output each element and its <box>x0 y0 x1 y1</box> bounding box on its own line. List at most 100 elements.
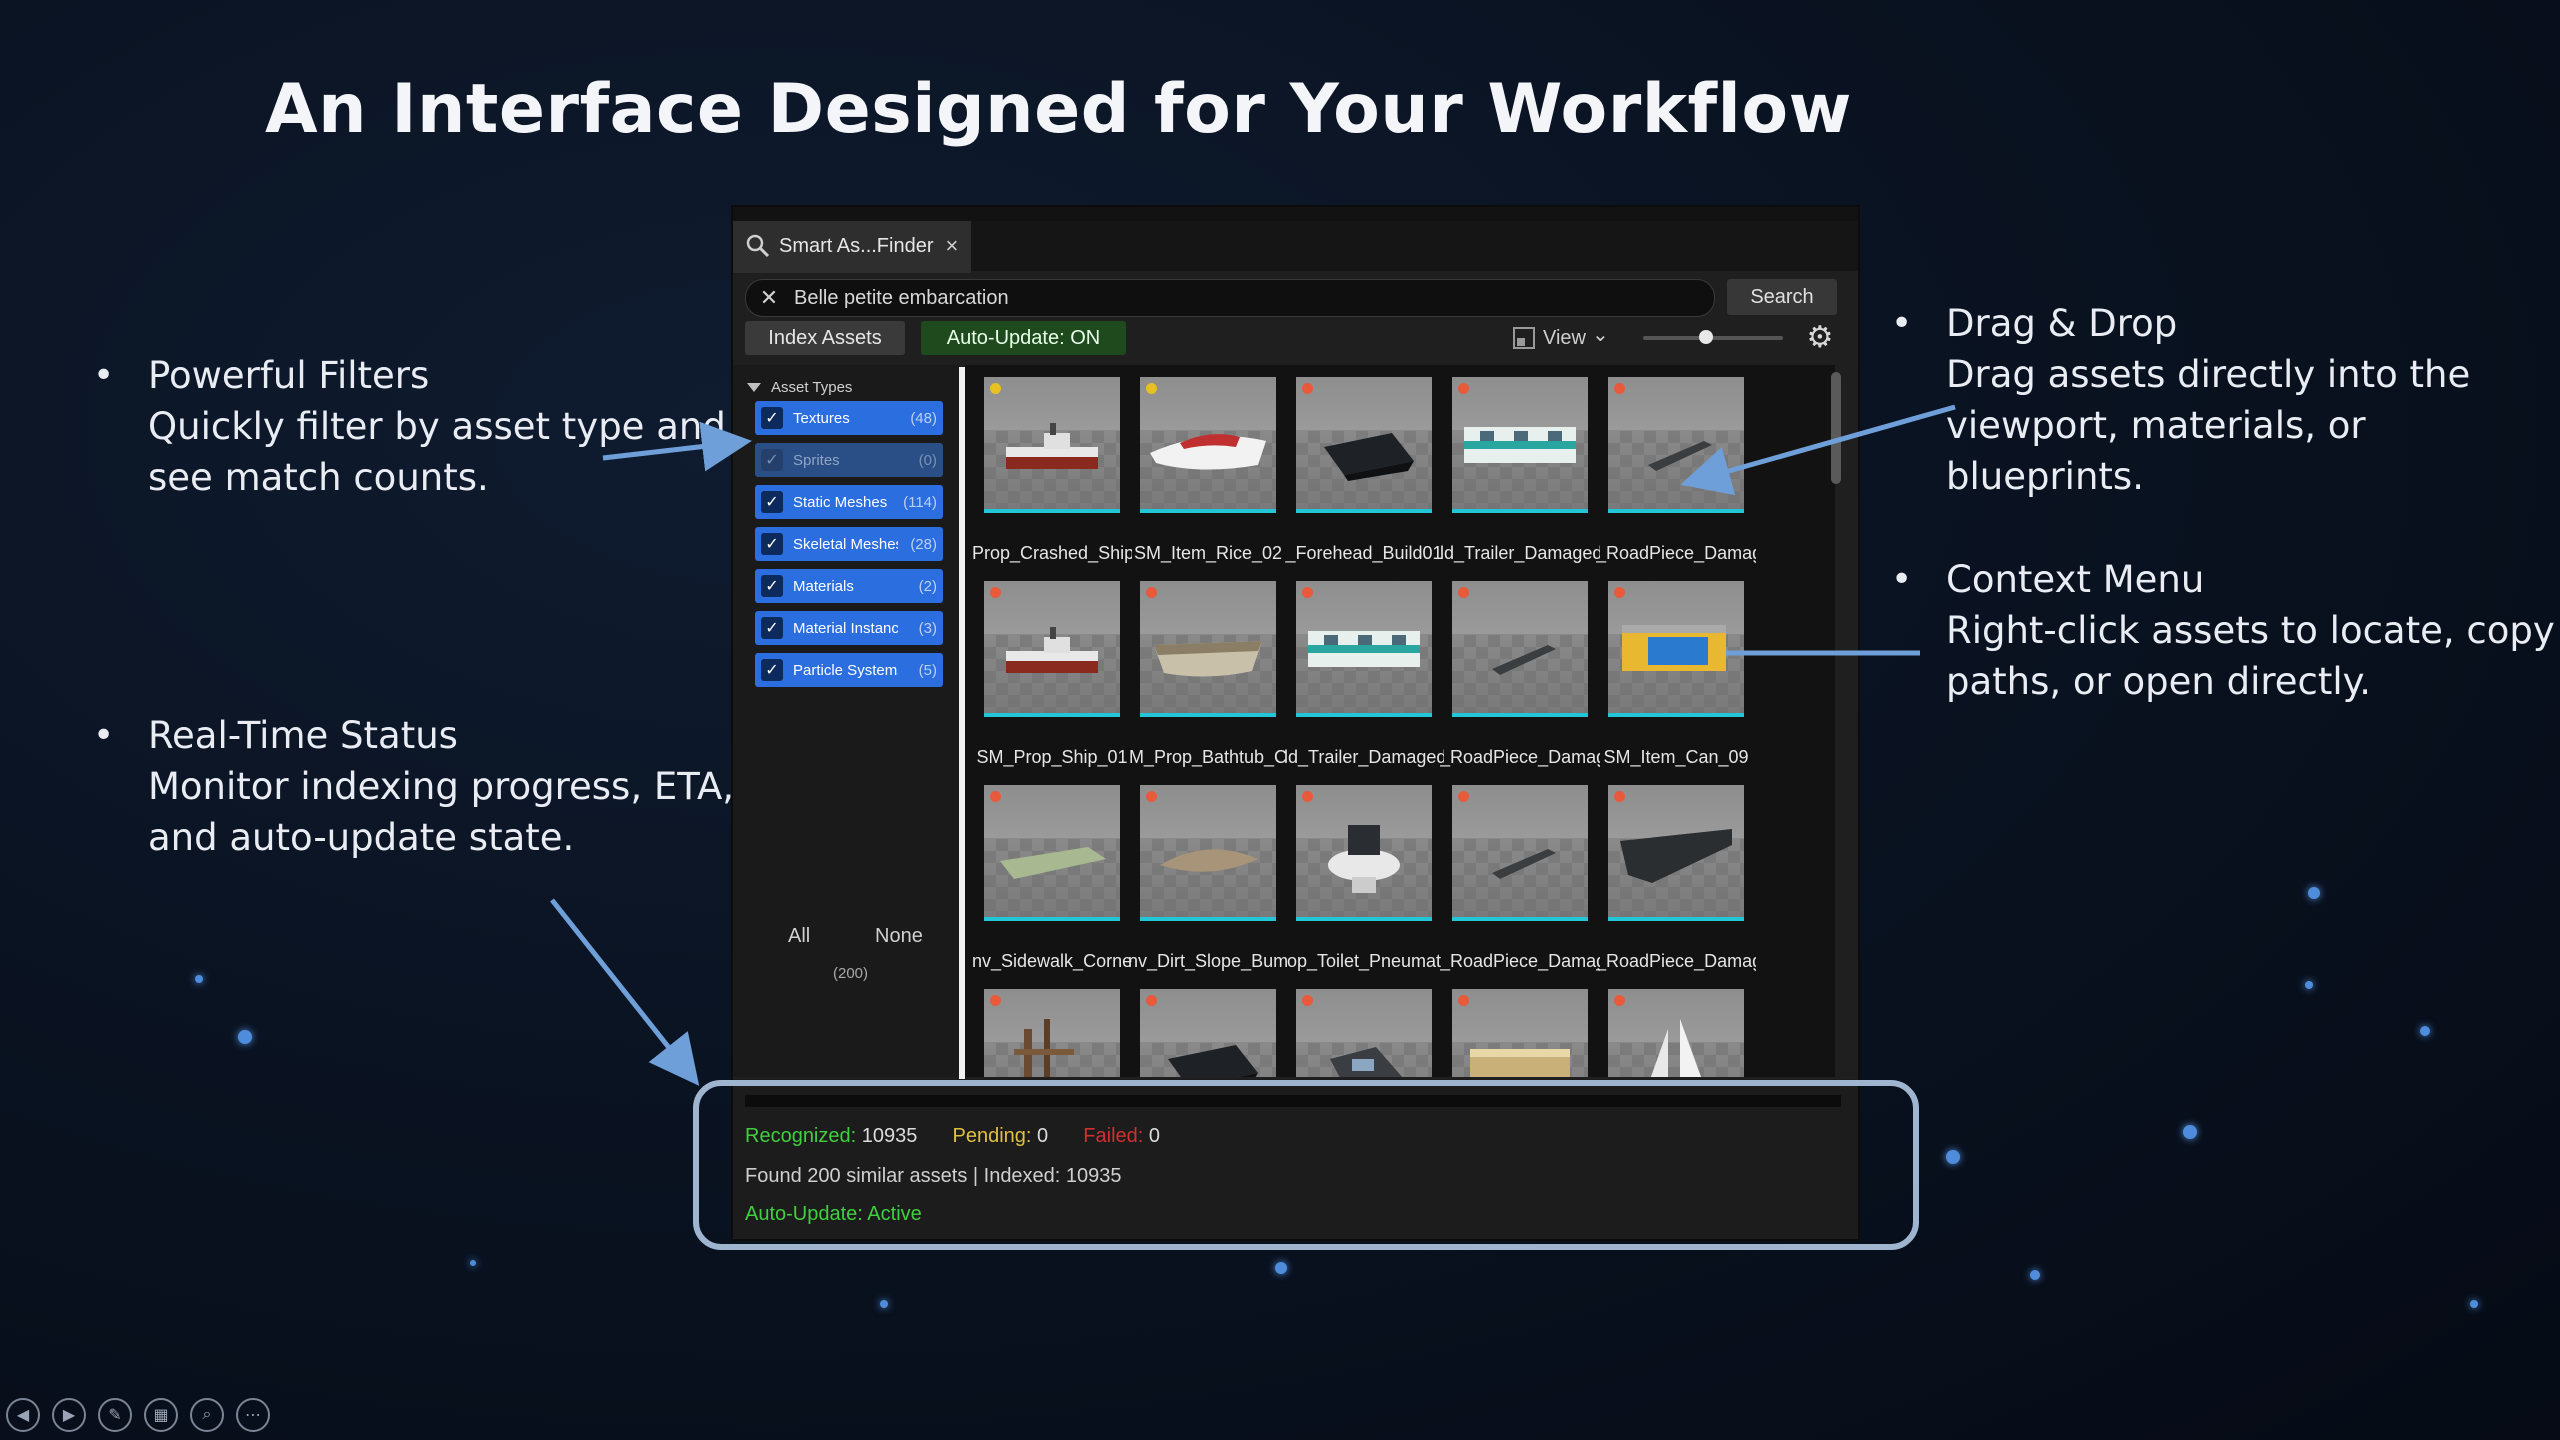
asset-name: ld_Trailer_Damaged <box>1284 747 1444 767</box>
checkbox-icon[interactable]: ✓ <box>761 659 783 681</box>
checkbox-icon[interactable]: ✓ <box>761 617 783 639</box>
arrow-status <box>550 898 700 1086</box>
asset-thumbnail[interactable] <box>1140 989 1276 1077</box>
next-slide-icon[interactable]: ▶ <box>52 1398 86 1432</box>
asset-tile[interactable]: M_Prop_Bathtub_C <box>1129 581 1287 768</box>
bullet-drag-drop: • Drag & Drop Drag assets directly into … <box>1891 298 2560 502</box>
asset-tile[interactable]: nv_Dirt_Slope_Bum <box>1128 785 1288 972</box>
asset-thumbnail[interactable] <box>984 785 1120 921</box>
bullet-glyph: • <box>1891 303 1913 344</box>
asset-grid: Prop_Crashed_Ship SM_Item_Rice_02 _Forehea… <box>965 365 1835 1077</box>
asset-types-header[interactable]: Asset Types <box>747 379 852 396</box>
checkbox-icon[interactable]: ✓ <box>761 491 783 513</box>
pen-icon[interactable]: ✎ <box>98 1398 132 1432</box>
filter-count: (5) <box>918 661 937 679</box>
slides-grid-icon[interactable]: ▦ <box>144 1398 178 1432</box>
asset-tile[interactable]: _RoadPiece_Damaged <box>1440 785 1600 972</box>
filter-checkbox[interactable]: ✓ Material Instances (3) <box>755 611 943 645</box>
select-all-button[interactable]: All <box>788 925 810 948</box>
asset-thumbnail[interactable] <box>1608 581 1744 717</box>
tab-smart-asset-finder[interactable]: Smart As...Finder × <box>733 221 971 273</box>
chevron-down-icon: ⌄ <box>1592 323 1609 346</box>
asset-tile[interactable]: _RoadPiece_Damaged <box>1440 581 1600 768</box>
filter-checkbox[interactable]: ✓ Particle Systems (5) <box>755 653 943 687</box>
asset-thumbnail[interactable] <box>984 581 1120 717</box>
more-options-icon[interactable]: ⋯ <box>236 1398 270 1432</box>
gear-icon[interactable]: ⚙ <box>1805 323 1835 353</box>
search-button[interactable]: Search <box>1727 279 1837 315</box>
asset-thumbnail[interactable] <box>1452 989 1588 1077</box>
checkbox-icon[interactable]: ✓ <box>761 575 783 597</box>
asset-thumbnail[interactable] <box>1140 785 1276 921</box>
asset-tile[interactable]: Prop_Crashed_Ship <box>972 377 1132 564</box>
view-icon <box>1513 327 1535 349</box>
filter-count: (0) <box>918 451 937 469</box>
asset-type-badge-icon <box>1302 383 1313 394</box>
select-none-button[interactable]: None <box>875 925 923 948</box>
asset-thumbnail[interactable] <box>1296 989 1432 1077</box>
asset-tile[interactable]: SM_Item_Rice_02 <box>1134 377 1282 564</box>
filter-checkbox[interactable]: ✓ Static Meshes (114) <box>755 485 943 519</box>
view-dropdown[interactable]: View ⌄ <box>1513 321 1609 355</box>
asset-type-filter-panel: Asset Types ✓ Textures (48) ✓ Sprites (0) ✓ Sta… <box>733 365 959 1077</box>
asset-tile[interactable]: ld_Trailer_Damaged <box>1440 377 1600 564</box>
asset-tile[interactable] <box>1296 989 1432 1077</box>
search-input[interactable]: ✕ Belle petite embarcation <box>745 279 1715 317</box>
filter-checkbox[interactable]: ✓ Textures (48) <box>755 401 943 435</box>
bullet-desc-line: and auto-update state. <box>148 816 575 859</box>
zoom-icon[interactable]: ⌕ <box>190 1398 224 1432</box>
filter-checkbox[interactable]: ✓ Materials (2) <box>755 569 943 603</box>
asset-tile[interactable]: nv_Sidewalk_Corner <box>972 785 1132 972</box>
asset-tile[interactable]: SM_Item_Can_09 <box>1603 581 1749 768</box>
asset-thumbnail[interactable] <box>1296 377 1432 513</box>
asset-thumbnail[interactable] <box>984 377 1120 513</box>
asset-thumbnail[interactable] <box>1608 989 1744 1077</box>
asset-thumbnail[interactable] <box>1452 377 1588 513</box>
asset-tile[interactable]: _RoadPiece_Damaged <box>1596 377 1756 564</box>
search-query[interactable]: Belle petite embarcation <box>794 287 1009 310</box>
filter-label: Skeletal Meshes <box>793 535 898 553</box>
asset-tile[interactable]: ld_Trailer_Damaged <box>1284 581 1444 768</box>
checkbox-icon[interactable]: ✓ <box>761 449 783 471</box>
asset-thumbnail[interactable] <box>1296 785 1432 921</box>
asset-tile[interactable] <box>1140 989 1276 1077</box>
thumbnail-size-slider[interactable] <box>1643 330 1783 344</box>
asset-tile[interactable]: op_Toilet_Pneumat <box>1287 785 1441 972</box>
asset-name: nv_Sidewalk_Corner <box>972 951 1132 971</box>
index-assets-button[interactable]: Index Assets <box>745 321 905 355</box>
close-icon[interactable]: × <box>946 233 959 259</box>
clear-search-icon[interactable]: ✕ <box>758 285 780 311</box>
asset-thumbnail[interactable] <box>1140 581 1276 717</box>
asset-tile[interactable]: _Forehead_Build01 <box>1285 377 1443 564</box>
filter-checkbox[interactable]: ✓ Sprites (0) <box>755 443 943 477</box>
checkbox-icon[interactable]: ✓ <box>761 407 783 429</box>
asset-thumbnail[interactable] <box>1608 377 1744 513</box>
checkbox-icon[interactable]: ✓ <box>761 533 783 555</box>
asset-tile[interactable] <box>1452 989 1588 1077</box>
asset-thumbnail[interactable] <box>984 989 1120 1077</box>
asset-tile[interactable]: _RoadPiece_Damaged <box>1596 785 1756 972</box>
asset-preview <box>1608 785 1744 917</box>
asset-tile[interactable] <box>1608 989 1744 1077</box>
auto-update-toggle[interactable]: Auto-Update: ON <box>921 321 1126 355</box>
asset-tile[interactable]: SM_Prop_Ship_01 <box>976 581 1128 768</box>
filter-count: (28) <box>910 535 937 553</box>
asset-thumbnail[interactable] <box>1452 785 1588 921</box>
filter-checkbox[interactable]: ✓ Skeletal Meshes (28) <box>755 527 943 561</box>
grid-scrollbar[interactable] <box>1831 372 1841 484</box>
asset-name: SM_Item_Rice_02 <box>1133 543 1283 563</box>
asset-thumbnail[interactable] <box>1140 377 1276 513</box>
asset-tile[interactable] <box>984 989 1120 1077</box>
search-icon <box>746 234 770 258</box>
asset-name: M_Prop_Bathtub_C <box>1128 747 1288 767</box>
asset-thumbnail[interactable] <box>1608 785 1744 921</box>
asset-name: ld_Trailer_Damaged <box>1440 543 1600 563</box>
asset-preview <box>1140 989 1276 1077</box>
previous-slide-icon[interactable]: ◀ <box>6 1398 40 1432</box>
asset-thumbnail[interactable] <box>1452 581 1588 717</box>
slider-handle[interactable] <box>1699 330 1713 344</box>
tab-label: Smart As...Finder <box>779 234 934 257</box>
asset-type-badge-icon <box>1614 995 1625 1006</box>
asset-thumbnail[interactable] <box>1296 581 1432 717</box>
asset-preview <box>984 581 1120 713</box>
